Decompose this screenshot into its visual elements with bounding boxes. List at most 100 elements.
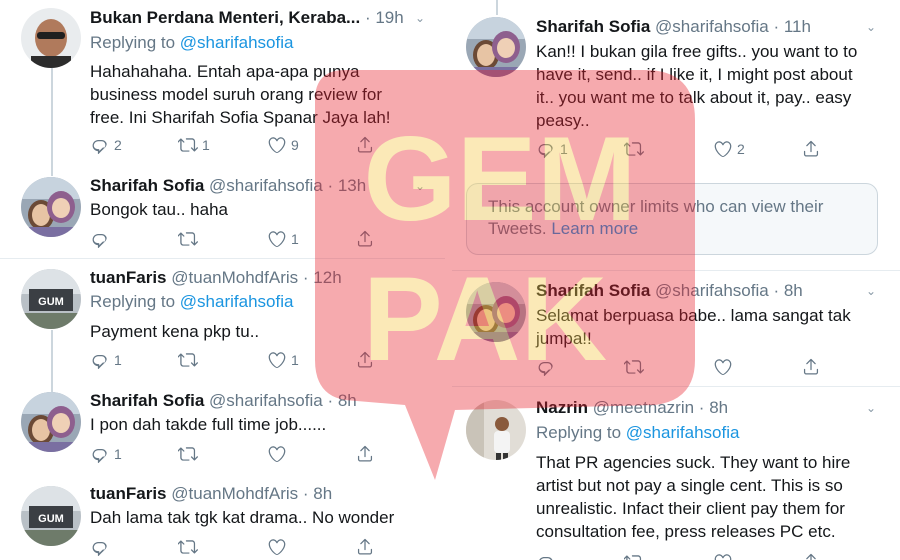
retweet-count: 1 (202, 137, 210, 153)
like-icon[interactable] (267, 135, 287, 155)
retweet-icon[interactable] (178, 135, 198, 155)
like-icon[interactable] (267, 537, 287, 557)
tweet-line: Hahahahaha. Entah apa-apa punya (90, 62, 360, 81)
chevron-down-icon[interactable]: ⌄ (415, 11, 425, 25)
chevron-down-icon[interactable]: ⌄ (415, 179, 425, 193)
replying-label: Replying to (536, 423, 622, 442)
tweet-line: peasy.. (536, 111, 590, 130)
share-icon[interactable] (355, 537, 375, 557)
reply-icon[interactable] (536, 357, 556, 377)
reply-icon[interactable] (536, 139, 556, 159)
mention-link[interactable]: @sharifahsofia (180, 33, 294, 52)
tweet[interactable]: Sharifah Sofia @sharifahsofia · 13h ⌄ Bo… (0, 170, 445, 258)
learn-more-link[interactable]: Learn more (551, 219, 638, 238)
tweet[interactable]: Bukan Perdana Menteri, Keraba... · 19h ⌄… (0, 0, 445, 170)
tweet[interactable]: Nazrin @meetnazrin · 8h ⌄ Replying to @s… (452, 387, 900, 560)
display-name[interactable]: Sharifah Sofia (536, 17, 650, 36)
display-name[interactable]: tuanFaris (90, 484, 167, 503)
timestamp[interactable]: 8h (338, 391, 357, 410)
retweet-icon[interactable] (178, 537, 198, 557)
tweet-line: have it, send.. if I like it, I might po… (536, 65, 853, 84)
mention-link[interactable]: @sharifahsofia (626, 423, 740, 442)
reply-icon[interactable] (90, 135, 110, 155)
avatar[interactable] (21, 392, 81, 452)
like-icon[interactable] (713, 357, 733, 377)
tweet[interactable]: Sharifah Sofia @sharifahsofia · 8h ⌄ Sel… (452, 271, 900, 386)
timestamp[interactable]: 8h (313, 484, 332, 503)
tweet-line: it.. you want me to talk about it, pay..… (536, 88, 852, 107)
timestamp[interactable]: 11h (784, 17, 811, 36)
tweet[interactable]: tuanFaris @tuanMohdfAris · 8h Dah lama t… (0, 476, 445, 560)
replying-label: Replying to (90, 33, 176, 52)
tweet-text: Kan!! I bukan gila free gifts.. you want… (536, 40, 857, 132)
tweet[interactable]: tuanFaris @tuanMohdfAris · 12h Replying … (0, 259, 445, 382)
retweet-icon[interactable] (178, 444, 198, 464)
reply-icon[interactable] (90, 444, 110, 464)
avatar[interactable] (466, 282, 526, 342)
chevron-down-icon[interactable]: ⌄ (866, 401, 876, 415)
share-icon[interactable] (801, 357, 821, 377)
share-icon[interactable] (355, 444, 375, 464)
timestamp[interactable]: 8h (709, 398, 728, 417)
tweet-line: Payment kena pkp tu.. (90, 322, 260, 341)
retweet-icon[interactable] (178, 229, 198, 249)
tweet[interactable]: Sharifah Sofia @sharifahsofia · 8h I pon… (0, 382, 445, 476)
tweet-line: That PR agencies suck. They want to hire (536, 453, 851, 472)
display-name[interactable]: Sharifah Sofia (90, 391, 204, 410)
avatar[interactable] (466, 400, 526, 460)
retweet-icon[interactable] (624, 139, 644, 159)
display-name[interactable]: Sharifah Sofia (90, 176, 204, 195)
timestamp[interactable]: 12h (313, 268, 341, 287)
tweet-text: That PR agencies suck. They want to hire… (536, 451, 850, 543)
user-handle[interactable]: @tuanMohdfAris (171, 268, 298, 287)
share-icon[interactable] (355, 350, 375, 370)
share-icon[interactable] (355, 229, 375, 249)
timestamp[interactable]: 13h (338, 176, 366, 195)
reply-icon[interactable] (90, 537, 110, 557)
user-handle[interactable]: @sharifahsofia (209, 391, 323, 410)
display-name[interactable]: Nazrin (536, 398, 588, 417)
like-icon[interactable] (267, 444, 287, 464)
display-name[interactable]: tuanFaris (90, 268, 167, 287)
share-icon[interactable] (355, 135, 375, 155)
tweet-line: free. Ini Sharifah Sofia Spanar Jaya lah… (90, 108, 391, 127)
share-icon[interactable] (801, 139, 821, 159)
like-icon[interactable] (713, 139, 733, 159)
display-name[interactable]: Sharifah Sofia (536, 281, 650, 300)
right-timeline: Sharifah Sofia @sharifahsofia · 11h ⌄ Ka… (452, 0, 900, 560)
avatar[interactable] (21, 486, 81, 546)
avatar[interactable] (21, 269, 81, 329)
tweet-line: Bongok tau.. haha (90, 200, 229, 219)
avatar[interactable] (21, 177, 81, 237)
reply-icon[interactable] (90, 229, 110, 249)
chevron-down-icon[interactable]: ⌄ (866, 20, 876, 34)
retweet-icon[interactable] (624, 552, 644, 560)
like-icon[interactable] (267, 229, 287, 249)
tweet-text: Bongok tau.. haha (90, 198, 228, 221)
tweet-line: I pon dah takde full time job...... (90, 415, 327, 434)
chevron-down-icon[interactable]: ⌄ (866, 284, 876, 298)
tweet-line: Selamat berpuasa babe.. lama sangat tak (536, 306, 851, 325)
user-handle[interactable]: @sharifahsofia (655, 17, 769, 36)
timestamp[interactable]: 19h (375, 8, 403, 27)
mention-link[interactable]: @sharifahsofia (180, 292, 294, 311)
user-handle[interactable]: @sharifahsofia (209, 176, 323, 195)
timestamp[interactable]: 8h (784, 281, 803, 300)
tweet[interactable]: Sharifah Sofia @sharifahsofia · 11h ⌄ Ka… (452, 0, 900, 175)
avatar[interactable] (466, 17, 526, 77)
display-name[interactable]: Bukan Perdana Menteri, Keraba... (90, 8, 360, 27)
retweet-icon[interactable] (624, 357, 644, 377)
like-count: 2 (737, 141, 745, 157)
user-handle[interactable]: @tuanMohdfAris (171, 484, 298, 503)
reply-icon[interactable] (536, 552, 556, 560)
like-icon[interactable] (267, 350, 287, 370)
reply-icon[interactable] (90, 350, 110, 370)
notice-text: This account owner limits who can view t… (488, 197, 824, 238)
like-icon[interactable] (713, 552, 733, 560)
avatar[interactable] (21, 8, 81, 68)
share-icon[interactable] (801, 552, 821, 560)
user-handle[interactable]: @meetnazrin (593, 398, 694, 417)
retweet-icon[interactable] (178, 350, 198, 370)
reply-count: 2 (114, 137, 122, 153)
user-handle[interactable]: @sharifahsofia (655, 281, 769, 300)
